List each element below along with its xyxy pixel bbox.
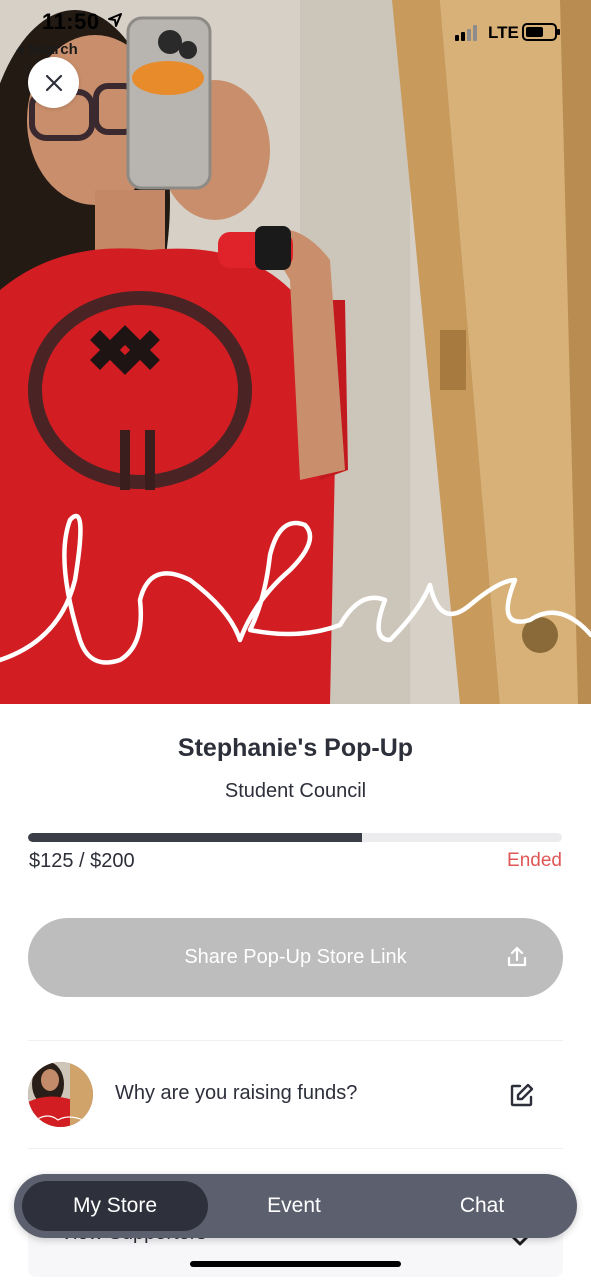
- tab-chat[interactable]: Chat: [390, 1181, 574, 1231]
- store-cover-photo: 11:50 ◂ Search LTE: [0, 0, 591, 704]
- location-arrow-icon: [108, 13, 122, 27]
- fundraising-reason-prompt: Why are you raising funds?: [115, 1082, 358, 1104]
- share-button-label: Share Pop-Up Store Link: [184, 946, 407, 968]
- cellular-signal-icon: [455, 25, 477, 41]
- progress-fill: [28, 833, 362, 842]
- amount-raised: $125 / $200: [29, 850, 135, 872]
- close-icon: [45, 74, 62, 91]
- status-time: 11:50: [42, 9, 100, 34]
- tab-event[interactable]: Event: [210, 1181, 378, 1231]
- network-type: LTE: [488, 23, 519, 42]
- share-upload-icon: [507, 946, 527, 967]
- tab-my-store[interactable]: My Store: [22, 1181, 208, 1231]
- store-status-badge: Ended: [507, 850, 562, 871]
- close-button[interactable]: [28, 57, 79, 108]
- status-bar: 11:50 ◂ Search LTE: [0, 0, 591, 70]
- battery-icon: [522, 23, 560, 41]
- avatar-photo: [28, 1062, 93, 1127]
- home-indicator[interactable]: [190, 1261, 401, 1267]
- cover-photo-illustration: [0, 0, 591, 704]
- avatar: [28, 1062, 93, 1127]
- back-to-search-link[interactable]: ◂ Search: [16, 40, 78, 58]
- bottom-tab-bar: My Store Event Chat: [14, 1174, 577, 1238]
- fundraising-progress-bar: [28, 833, 562, 842]
- store-title: Stephanie's Pop-Up: [177, 734, 414, 762]
- divider: [28, 1040, 563, 1041]
- store-organization: Student Council: [224, 780, 367, 802]
- divider: [28, 1148, 563, 1149]
- edit-icon[interactable]: [509, 1082, 535, 1108]
- share-store-link-button[interactable]: Share Pop-Up Store Link: [28, 918, 563, 997]
- fundraising-reason-row[interactable]: Why are you raising funds?: [28, 1060, 563, 1130]
